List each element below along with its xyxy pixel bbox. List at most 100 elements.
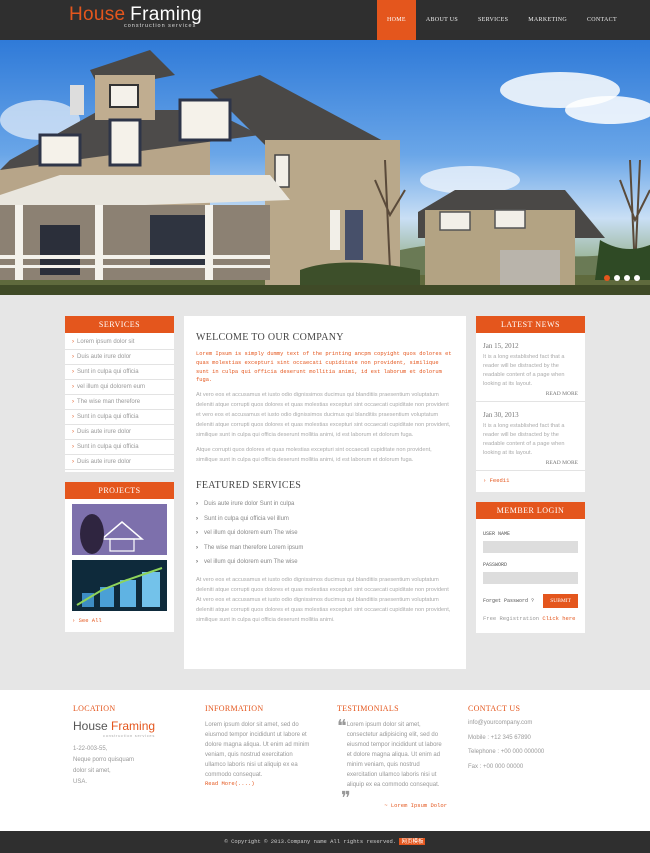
welcome-paragraph-2: Atque corrupti quos dolores et quas mole… <box>196 447 432 464</box>
footer-logo-first: House <box>73 719 112 733</box>
footer-logo[interactable]: House Framing <box>73 719 183 733</box>
news-box: LATEST NEWS Jan 15, 2012 It is a long es… <box>476 316 585 492</box>
footer-logo-tagline: construction services <box>103 733 156 738</box>
welcome-paragraph-1: At vero eos et accusamus et iusto odio d… <box>196 392 451 439</box>
username-label: USER NAME <box>483 531 511 537</box>
slider-dot-4[interactable] <box>634 275 640 281</box>
project-image-1[interactable] <box>72 504 167 555</box>
copyright-link[interactable]: 网页模板 <box>399 838 426 845</box>
contact-fax: Fax : +00 000 00000 <box>468 763 524 770</box>
news-title: LATEST NEWS <box>476 316 585 333</box>
footer-information-text: Lorem ipsum dolor sit amet, sed do eiusm… <box>205 722 310 778</box>
address-line: dolor sit amet, <box>73 768 111 774</box>
projects-box: PROJECTS › See All <box>65 482 174 632</box>
read-more-link[interactable]: READ MORE <box>483 460 578 466</box>
projects-title: PROJECTS <box>65 482 174 499</box>
testimonial-author: ~ Lorem Ipsum Dolor <box>384 802 447 809</box>
services-box: SERVICES Lorem ipsum dolor sit Duis aute… <box>65 316 174 472</box>
left-sidebar: SERVICES Lorem ipsum dolor sit Duis aute… <box>65 316 174 642</box>
service-item[interactable]: Duis aute irure dolor <box>65 455 174 470</box>
site-logo[interactable]: House Framing construction services <box>69 4 202 29</box>
service-item[interactable]: vel illum qui dolorem eum <box>65 380 174 395</box>
contact-details: info@yourcompany.com Mobile : +12 345 67… <box>468 716 588 774</box>
news-date: Jan 15, 2012 <box>483 342 519 350</box>
forgot-password-link[interactable]: Forget Password ? <box>483 598 534 604</box>
services-list: Lorem ipsum dolor sit Duis aute irure do… <box>65 333 174 472</box>
logo-word-framing: Framing <box>130 4 202 25</box>
news-date: Jan 30, 2013 <box>483 411 519 419</box>
featured-item[interactable]: Duis aute irure dolor Sunt in culpa <box>196 497 454 512</box>
slider-dot-2[interactable] <box>614 275 620 281</box>
footer-read-more-link[interactable]: Read More(....) <box>205 780 310 787</box>
main-nav: HOME ABOUT US SERVICES MARKETING CONTACT <box>377 0 627 40</box>
service-item[interactable]: Sunt in culpa qui officia <box>65 440 174 455</box>
services-title: SERVICES <box>65 316 174 333</box>
copyright-text: © Copyright © 2013.Company name All righ… <box>224 838 397 845</box>
featured-title: FEATURED SERVICES <box>196 480 302 492</box>
footer-location-title: LOCATION <box>73 704 116 713</box>
copyright-bar: © Copyright © 2013.Company name All righ… <box>0 831 650 853</box>
main-content: WELCOME TO OUR COMPANY Lorem Ipsum is si… <box>184 316 466 669</box>
login-title: MEMBER LOGIN <box>476 502 585 519</box>
see-all-link[interactable]: › See All <box>65 611 174 632</box>
testimonial-text: Lorem ipsum dolor sit amet, consectetur … <box>346 722 442 788</box>
featured-item[interactable]: vel illum qui dolorem eum The wise <box>196 555 454 570</box>
quote-open-icon: ❝ <box>337 716 347 736</box>
news-item: Jan 15, 2012 It is a long established fa… <box>476 333 585 402</box>
nav-services[interactable]: SERVICES <box>468 0 518 40</box>
site-header: House Framing construction services HOME… <box>0 0 650 40</box>
slider-dots <box>604 275 640 281</box>
slider-dot-1[interactable] <box>604 275 610 281</box>
slider-dot-3[interactable] <box>624 275 630 281</box>
service-item[interactable]: Lorem ipsum dolor sit <box>65 335 174 350</box>
nav-about-us[interactable]: ABOUT US <box>416 0 468 40</box>
footer-information-title: INFORMATION <box>205 704 264 713</box>
footer-information: INFORMATION Lorem ipsum dolor sit amet, … <box>205 704 310 787</box>
read-more-link[interactable]: READ MORE <box>483 391 578 397</box>
nav-contact[interactable]: CONTACT <box>577 0 627 40</box>
registration-text: Free Registration Click here <box>483 615 578 623</box>
username-field[interactable] <box>483 541 578 553</box>
testimonial-footer: ❞ ~ Lorem Ipsum Dolor <box>337 789 447 809</box>
address-line: 1-22-003-55, <box>73 746 108 752</box>
service-item[interactable]: The wise man therefore <box>65 395 174 410</box>
featured-item[interactable]: vel illum qui dolorem eum The wise <box>196 526 454 541</box>
login-box: MEMBER LOGIN USER NAME PASSWORD Forget P… <box>476 502 585 633</box>
address-line: Neque porro quisquam <box>73 757 135 763</box>
service-item[interactable]: Duis aute irure dolor <box>65 350 174 365</box>
house-photo <box>0 50 650 295</box>
footer-testimonials: TESTIMONIALS ❝ Lorem ipsum dolor sit ame… <box>337 704 447 809</box>
nav-marketing[interactable]: MARKETING <box>518 0 577 40</box>
see-all-label: See All <box>78 617 102 624</box>
login-form: USER NAME PASSWORD Forget Password ? SUB… <box>476 519 585 633</box>
news-text: It is a long established fact that a rea… <box>483 354 565 387</box>
feed-link[interactable]: › Feed11 <box>476 471 585 492</box>
footer-testimonials-title: TESTIMONIALS <box>337 704 399 713</box>
project-image-2[interactable] <box>72 560 167 611</box>
right-sidebar: LATEST NEWS Jan 15, 2012 It is a long es… <box>476 316 585 643</box>
featured-list: Duis aute irure dolor Sunt in culpa Sunt… <box>196 497 454 570</box>
service-item[interactable]: Duis aute irure dolor <box>65 425 174 440</box>
password-label: PASSWORD <box>483 561 508 568</box>
service-item[interactable]: Sunt in culpa qui officia <box>65 365 174 380</box>
contact-email[interactable]: info@yourcompany.com <box>468 716 588 731</box>
submit-button[interactable]: SUBMIT <box>543 594 578 608</box>
password-field[interactable] <box>483 571 578 584</box>
news-item: Jan 30, 2013 It is a long established fa… <box>476 402 585 471</box>
contact-mobile: Mobile : +12 345 67890 <box>468 734 531 741</box>
featured-item[interactable]: Sunt in culpa qui officia vel illum <box>196 512 454 527</box>
contact-telephone: Telephone : +00 000 000000 <box>468 749 545 755</box>
service-item[interactable]: Sunt in culpa qui officia <box>65 410 174 425</box>
footer-contact-title: CONTACT US <box>468 704 521 713</box>
logo-tagline: construction services <box>124 23 197 29</box>
footer-contact: CONTACT US info@yourcompany.com Mobile :… <box>468 704 588 774</box>
news-text: It is a long established fact that a rea… <box>483 423 565 456</box>
welcome-highlight: Lorem Ipsum is simply dummy text of the … <box>196 351 452 384</box>
address-line: USA. <box>73 779 88 785</box>
testimonial-body: ❝ Lorem ipsum dolor sit amet, consectetu… <box>337 716 447 790</box>
featured-item[interactable]: The wise man therefore Lorem ipsum <box>196 541 454 556</box>
register-link[interactable]: Click here <box>542 615 575 622</box>
hero-slider <box>0 40 650 295</box>
nav-home[interactable]: HOME <box>377 0 416 40</box>
footer-logo-second: Framing <box>111 719 156 733</box>
